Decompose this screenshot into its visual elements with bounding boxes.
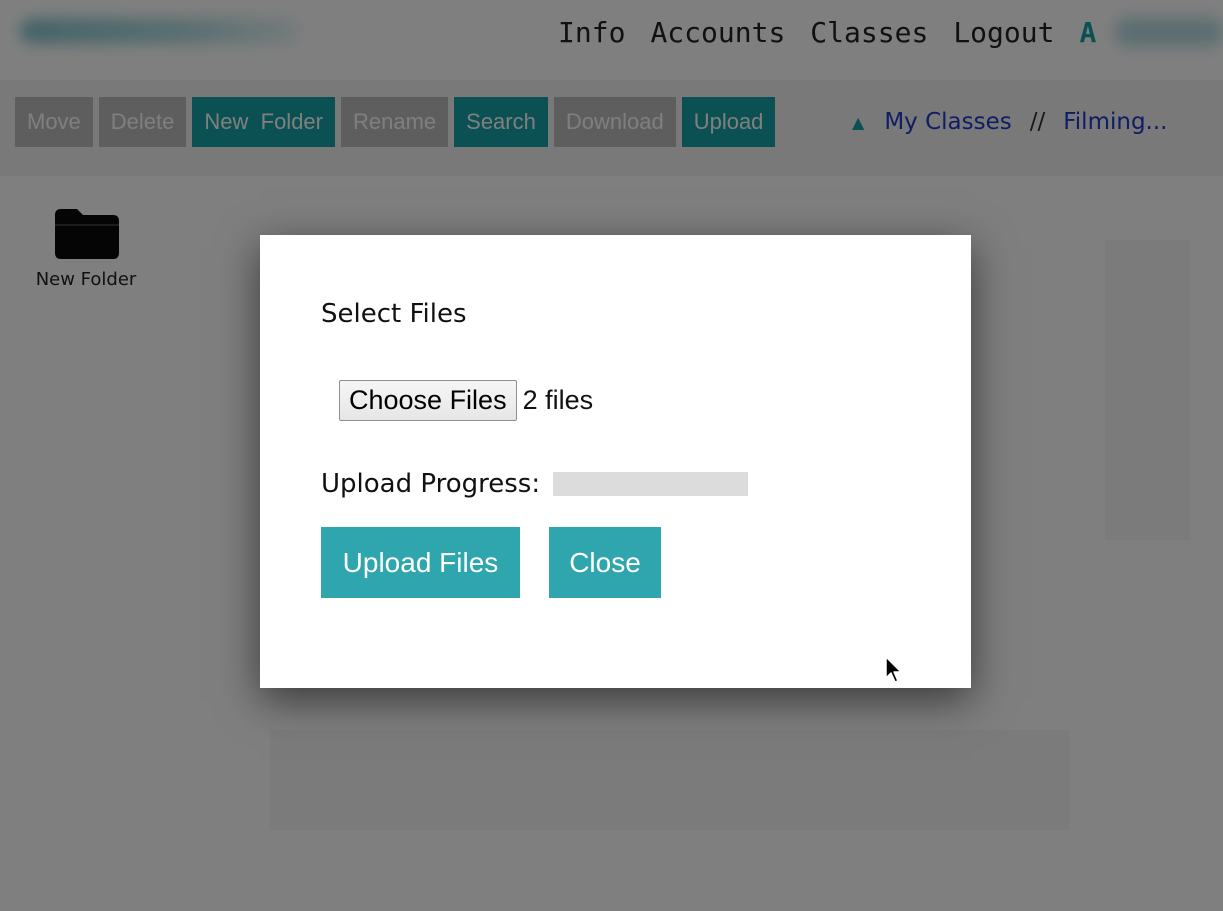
choose-files-button[interactable]: Choose Files xyxy=(339,379,517,421)
file-input: Choose Files 2 files xyxy=(339,379,593,421)
upload-files-button[interactable]: Upload Files xyxy=(321,527,520,598)
upload-progress-bar xyxy=(553,472,749,496)
upload-dialog: Select Files Choose Files 2 files Upload… xyxy=(260,235,971,688)
close-button[interactable]: Close xyxy=(549,527,661,598)
dialog-title: Select Files xyxy=(321,299,467,329)
upload-progress-row: Upload Progress: xyxy=(321,467,749,501)
upload-progress-label: Upload Progress: xyxy=(321,469,541,499)
selected-file-count: 2 files xyxy=(522,384,594,415)
